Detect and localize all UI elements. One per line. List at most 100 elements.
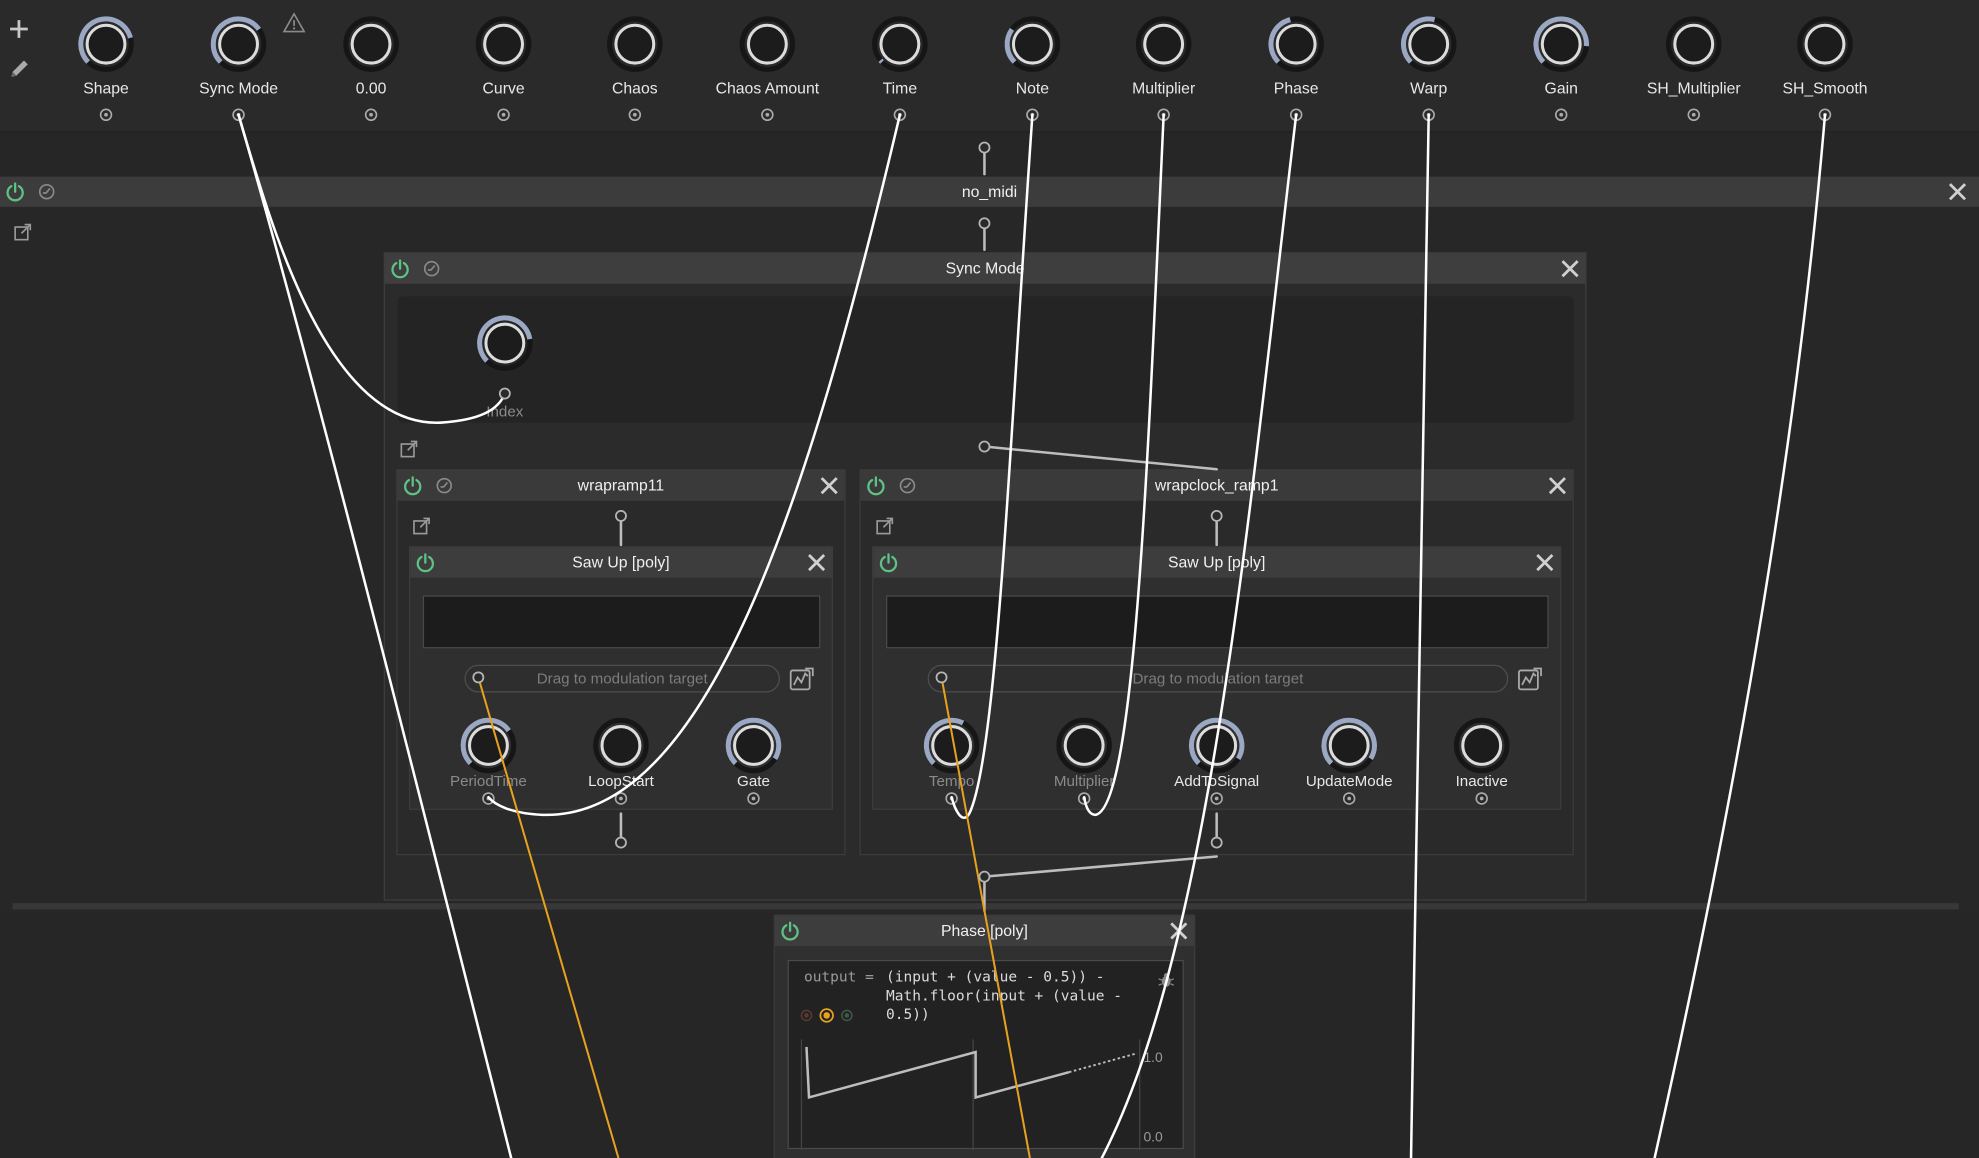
knob-dial[interactable] <box>473 312 536 375</box>
saw-up-header[interactable]: Saw Up [poly] <box>410 547 832 578</box>
patcher-canvas[interactable]: Shape Sync Mode 0.00 Curve Chaos Chaos A… <box>0 0 1979 1158</box>
macro-7[interactable]: Note <box>957 13 1108 129</box>
modulation-port[interactable] <box>1342 790 1357 805</box>
knob-dial[interactable] <box>589 714 652 777</box>
close-icon[interactable] <box>1546 474 1569 497</box>
power-icon[interactable] <box>866 476 886 496</box>
power-icon[interactable] <box>5 182 25 202</box>
drag-modulation-target[interactable]: Drag to modulation target <box>464 664 780 693</box>
knob-dial[interactable] <box>1530 13 1593 76</box>
knob-dial[interactable] <box>1793 13 1856 76</box>
close-icon[interactable] <box>1167 920 1190 943</box>
knob-dial[interactable] <box>1318 714 1381 777</box>
knob-dial[interactable] <box>736 13 799 76</box>
index-knob[interactable]: Index <box>442 312 568 420</box>
knob-dial[interactable] <box>868 13 931 76</box>
knob-dial[interactable] <box>207 13 270 76</box>
modulation-port[interactable] <box>1209 790 1224 805</box>
knob-loopstart[interactable]: LoopStart <box>558 714 684 805</box>
modulation-port[interactable] <box>1077 790 1092 805</box>
close-icon[interactable] <box>1946 180 1969 203</box>
knob-dial[interactable] <box>1053 714 1116 777</box>
drag-modulation-target[interactable]: Drag to modulation target <box>927 664 1509 693</box>
modulation-port[interactable] <box>760 106 775 122</box>
knob-inactive[interactable]: Inactive <box>1419 714 1545 805</box>
knob-dial[interactable] <box>722 714 785 777</box>
macro-8[interactable]: Multiplier <box>1088 13 1239 129</box>
knob-dial[interactable] <box>74 13 137 76</box>
modulation-port[interactable] <box>496 106 511 122</box>
wrapramp11-header[interactable]: wrapramp11 <box>397 470 845 501</box>
modulation-port[interactable] <box>613 790 628 805</box>
popout-icon[interactable] <box>876 517 894 535</box>
modulation-port[interactable] <box>892 106 907 122</box>
knob-dial[interactable] <box>603 13 666 76</box>
modulation-port[interactable] <box>627 106 642 122</box>
graph-icon[interactable] <box>789 667 814 692</box>
macro-5[interactable]: Chaos Amount <box>692 13 843 129</box>
saw-up-header[interactable]: Saw Up [poly] <box>873 547 1560 578</box>
modulation-port[interactable] <box>944 790 959 805</box>
macro-12[interactable]: SH_Multiplier <box>1618 13 1769 129</box>
cycle-icon[interactable] <box>38 183 56 201</box>
modulation-port[interactable] <box>1817 106 1832 122</box>
graph-icon[interactable] <box>1517 667 1542 692</box>
close-icon[interactable] <box>1559 257 1582 280</box>
knob-tempo[interactable]: Tempo <box>889 714 1015 805</box>
macro-6[interactable]: Time <box>824 13 975 129</box>
cycle-icon[interactable] <box>899 477 917 495</box>
plus-icon[interactable] <box>5 15 33 43</box>
knob-multiplier[interactable]: Multiplier <box>1021 714 1147 805</box>
macro-0[interactable]: Shape <box>30 13 181 129</box>
power-icon[interactable] <box>878 552 898 573</box>
modulation-port[interactable] <box>1025 106 1040 122</box>
knob-dial[interactable] <box>1185 714 1248 777</box>
power-icon[interactable] <box>780 921 800 941</box>
knob-periodtime[interactable]: PeriodTime <box>425 714 551 805</box>
phase-header[interactable]: Phase [poly] <box>774 915 1194 947</box>
modulation-port[interactable] <box>98 106 113 122</box>
knob-gate[interactable]: Gate <box>690 714 816 805</box>
knob-dial[interactable] <box>1001 13 1064 76</box>
sync-mode-header[interactable]: Sync Mode <box>384 253 1586 284</box>
knob-dial[interactable] <box>1450 714 1513 777</box>
macro-4[interactable]: Chaos <box>559 13 710 129</box>
modulation-port[interactable] <box>1474 790 1489 805</box>
macro-9[interactable]: Phase <box>1220 13 1371 129</box>
knob-dial[interactable] <box>1662 13 1725 76</box>
knob-dial[interactable] <box>457 714 520 777</box>
wrapclock-ramp1-header[interactable]: wrapclock_ramp1 <box>860 470 1573 501</box>
knob-dial[interactable] <box>1397 13 1460 76</box>
popout-icon[interactable] <box>413 517 431 535</box>
modulation-port[interactable] <box>481 790 496 805</box>
modulation-port[interactable] <box>1686 106 1701 122</box>
cycle-icon[interactable] <box>435 477 453 495</box>
close-icon[interactable] <box>1533 551 1556 574</box>
popout-icon[interactable] <box>14 223 32 241</box>
close-icon[interactable] <box>818 474 841 497</box>
macro-11[interactable]: Gain <box>1485 13 1636 129</box>
warning-triangle-icon[interactable] <box>282 12 306 33</box>
modulation-port[interactable] <box>1421 106 1436 122</box>
modulation-port[interactable] <box>231 106 246 122</box>
knob-dial[interactable] <box>920 714 983 777</box>
modulation-port[interactable] <box>1554 106 1569 122</box>
modulation-port[interactable] <box>1156 106 1171 122</box>
knob-dial[interactable] <box>1132 13 1195 76</box>
knob-addtosignal[interactable]: AddToSignal <box>1154 714 1280 805</box>
macro-10[interactable]: Warp <box>1353 13 1504 129</box>
macro-2[interactable]: 0.00 <box>295 13 446 129</box>
macro-3[interactable]: Curve <box>428 13 579 129</box>
power-icon[interactable] <box>390 259 410 279</box>
pencil-icon[interactable] <box>5 56 33 84</box>
no-midi-header[interactable]: no_midi <box>0 176 1979 207</box>
macro-13[interactable]: SH_Smooth <box>1749 13 1900 129</box>
modulation-port[interactable] <box>1289 106 1304 122</box>
knob-dial[interactable] <box>1265 13 1328 76</box>
power-icon[interactable] <box>415 552 435 573</box>
modulation-port[interactable] <box>363 106 378 122</box>
popout-icon[interactable] <box>400 440 418 458</box>
modulation-port[interactable] <box>746 790 761 805</box>
knob-dial[interactable] <box>472 13 535 76</box>
power-icon[interactable] <box>403 476 423 496</box>
